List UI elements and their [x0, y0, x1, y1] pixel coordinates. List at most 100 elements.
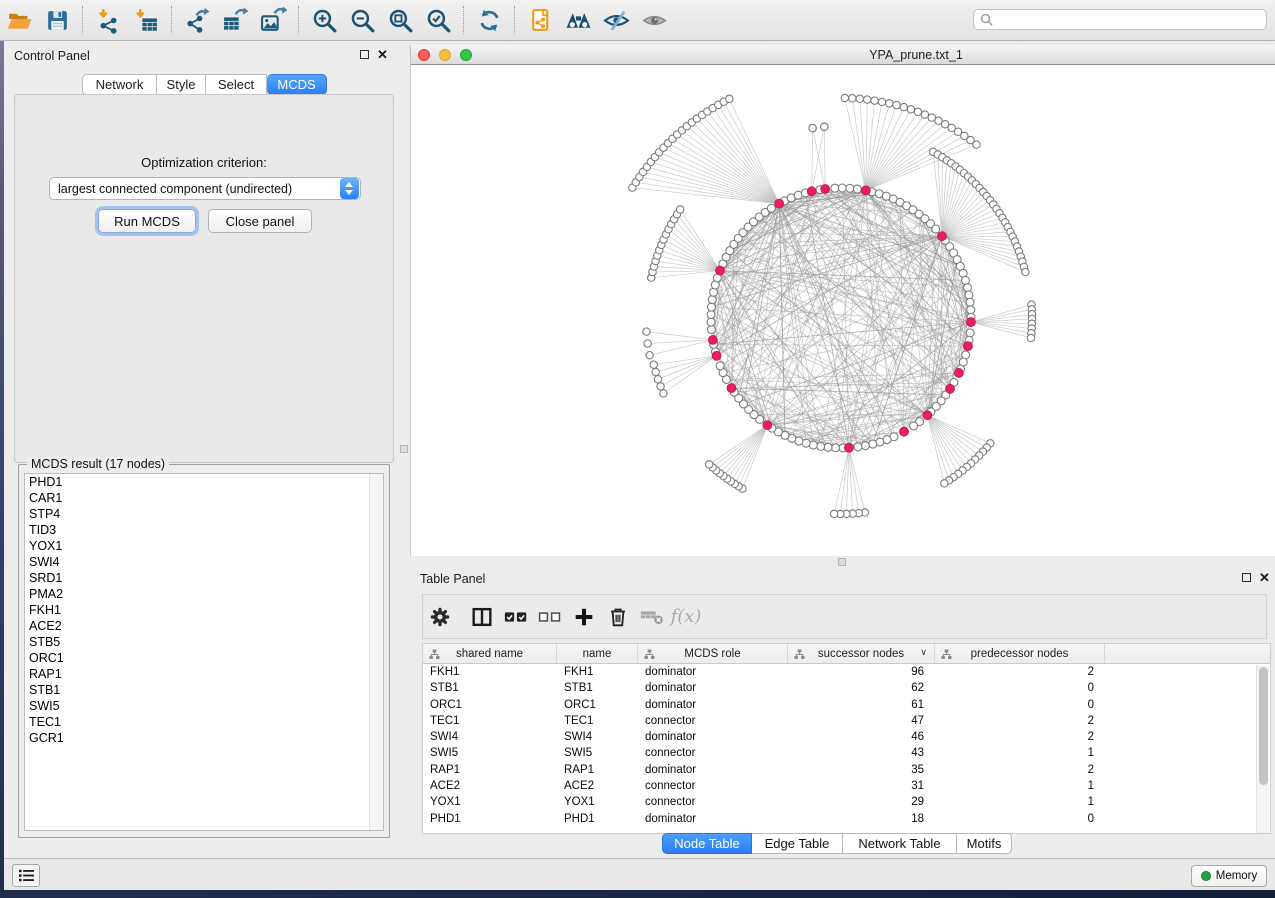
delete-table-button[interactable]	[635, 602, 669, 632]
show-panels-menu-button[interactable]	[12, 864, 40, 887]
open-file-button[interactable]	[0, 3, 38, 37]
column-header-name[interactable]: name	[557, 644, 638, 663]
table-scrollbar[interactable]	[1256, 665, 1269, 833]
cell-predecessor-nodes: 1	[935, 794, 1105, 810]
table-row[interactable]: STB1STB1dominator620	[423, 680, 1270, 696]
table-row[interactable]: ORC1ORC1dominator610	[423, 697, 1270, 713]
export-image-button[interactable]	[254, 3, 292, 37]
table-row[interactable]: FKH1FKH1dominator962	[423, 664, 1270, 680]
tab-motifs[interactable]: Motifs	[957, 833, 1012, 854]
export-to-web-button[interactable]	[521, 3, 559, 37]
add-row-button[interactable]	[567, 602, 601, 632]
table-row[interactable]: SWI4SWI4dominator462	[423, 729, 1270, 745]
cell-MCDS-role: connector	[638, 794, 788, 810]
float-panel-icon[interactable]	[1242, 573, 1251, 582]
hide-selected-button[interactable]	[597, 3, 635, 37]
tab-network[interactable]: Network	[82, 74, 157, 95]
network-window-titlebar[interactable]: YPA_prune.txt_1	[410, 45, 1275, 65]
column-header-MCDS-role[interactable]: MCDS role	[638, 644, 788, 663]
window-minimize-icon[interactable]	[439, 49, 451, 61]
close-panel-button[interactable]: Close panel	[208, 209, 312, 233]
node-table[interactable]: shared namenameMCDS rolesuccessor nodes∨…	[422, 643, 1271, 834]
mcds-node-item[interactable]: CAR1	[25, 490, 383, 506]
table-row[interactable]: TEC1TEC1connector472	[423, 713, 1270, 729]
table-row[interactable]: SWI5SWI5connector431	[423, 745, 1270, 761]
splitter-grip[interactable]	[400, 445, 408, 453]
column-settings-button[interactable]	[423, 602, 457, 632]
run-mcds-button[interactable]: Run MCDS	[98, 209, 196, 233]
window-close-icon[interactable]	[418, 49, 430, 61]
first-neighbors-button[interactable]	[559, 3, 597, 37]
tab-mcds[interactable]: MCDS	[267, 74, 327, 95]
vertical-splitter[interactable]	[400, 41, 410, 858]
select-all-button[interactable]	[499, 602, 533, 632]
show-columns-button[interactable]	[465, 602, 499, 632]
import-table-button[interactable]	[127, 3, 165, 37]
import-network-button[interactable]	[89, 3, 127, 37]
table-row[interactable]: YOX1YOX1connector291	[423, 794, 1270, 810]
mcds-node-item[interactable]: PHD1	[25, 474, 383, 490]
cell-successor-nodes: 46	[788, 729, 935, 745]
zoom-in-button[interactable]	[305, 3, 343, 37]
mcds-node-item[interactable]: YOX1	[25, 538, 383, 554]
table-row[interactable]: RAP1RAP1dominator352	[423, 762, 1270, 778]
export-network-button[interactable]	[178, 3, 216, 37]
tab-style[interactable]: Style	[157, 74, 206, 95]
mcds-node-item[interactable]: SWI4	[25, 554, 383, 570]
save-session-button[interactable]	[38, 3, 76, 37]
mcds-node-item[interactable]: TID3	[25, 522, 383, 538]
zoom-in-icon	[311, 7, 338, 34]
unselect-all-button[interactable]	[533, 602, 567, 632]
export-table-button[interactable]	[216, 3, 254, 37]
tab-network-table[interactable]: Network Table	[843, 833, 957, 854]
mcds-node-item[interactable]: STP4	[25, 506, 383, 522]
mcds-node-item[interactable]: PMA2	[25, 586, 383, 602]
mcds-node-item[interactable]: ACE2	[25, 618, 383, 634]
criterion-dropdown[interactable]: largest connected component (undirected)	[49, 177, 361, 200]
cell-successor-nodes: 47	[788, 713, 935, 729]
toolbar-separator	[463, 6, 464, 34]
splitter-grip[interactable]	[838, 558, 846, 566]
import-table-icon	[133, 7, 160, 34]
cell-predecessor-nodes: 2	[935, 762, 1105, 778]
tab-edge-table[interactable]: Edge Table	[752, 833, 843, 854]
zoom-fit-button[interactable]	[381, 3, 419, 37]
mcds-node-item[interactable]: RAP1	[25, 666, 383, 682]
table-row[interactable]: PHD1PHD1dominator180	[423, 811, 1270, 827]
network-canvas[interactable]	[410, 65, 1275, 556]
mcds-node-item[interactable]: FKH1	[25, 602, 383, 618]
mcds-node-item[interactable]: TEC1	[25, 714, 383, 730]
mcds-list-scrollbar[interactable]	[369, 474, 383, 830]
column-header-successor-nodes[interactable]: successor nodes∨	[788, 644, 935, 663]
mcds-node-item[interactable]: SRD1	[25, 570, 383, 586]
mcds-node-item[interactable]: GCR1	[25, 730, 383, 746]
horizontal-splitter[interactable]	[410, 556, 1275, 568]
show-all-button[interactable]	[635, 3, 673, 37]
window-maximize-icon[interactable]	[460, 49, 472, 61]
mcds-node-item[interactable]: STB5	[25, 634, 383, 650]
scrollbar-thumb[interactable]	[1259, 667, 1268, 785]
mcds-node-item[interactable]: SWI5	[25, 698, 383, 714]
zoom-selected-button[interactable]	[419, 3, 457, 37]
close-panel-icon[interactable]: ✕	[377, 50, 388, 59]
tab-node-table[interactable]: Node Table	[662, 833, 752, 854]
close-panel-icon[interactable]: ✕	[1259, 573, 1270, 582]
cell-predecessor-nodes: 2	[935, 664, 1105, 680]
mcds-node-item[interactable]: ORC1	[25, 650, 383, 666]
memory-button[interactable]: Memory	[1191, 865, 1267, 887]
column-header-shared-name[interactable]: shared name	[423, 644, 557, 663]
refresh-icon	[476, 7, 503, 34]
function-builder-button[interactable]: f(x)	[669, 602, 703, 632]
column-header-predecessor-nodes[interactable]: predecessor nodes	[935, 644, 1105, 663]
zoom-out-button[interactable]	[343, 3, 381, 37]
search-input[interactable]	[993, 13, 1253, 27]
delete-row-button[interactable]	[601, 602, 635, 632]
tab-select[interactable]: Select	[206, 74, 267, 95]
float-panel-icon[interactable]	[360, 50, 369, 59]
mcds-node-item[interactable]: STB1	[25, 682, 383, 698]
refresh-layout-button[interactable]	[470, 3, 508, 37]
control-tabs: NetworkStyleSelectMCDS	[82, 74, 327, 95]
search-box[interactable]	[973, 9, 1267, 30]
table-row[interactable]: ACE2ACE2connector311	[423, 778, 1270, 794]
mcds-result-list[interactable]: PHD1CAR1STP4TID3YOX1SWI4SRD1PMA2FKH1ACE2…	[24, 473, 384, 831]
